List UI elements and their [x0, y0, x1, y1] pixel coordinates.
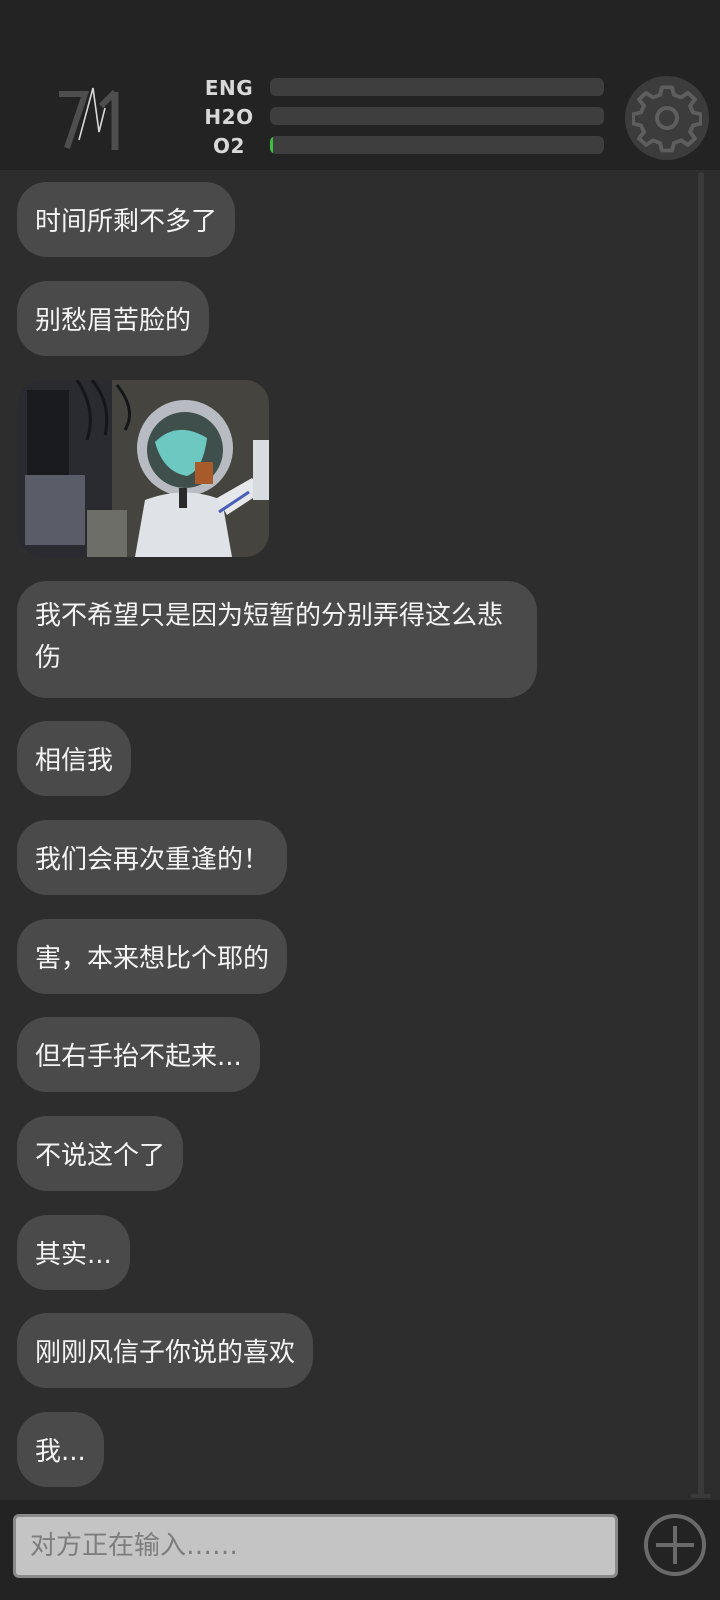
message-bubble: 我们会再次重逢的！	[17, 820, 288, 895]
message-input[interactable]	[13, 1514, 618, 1578]
chat-scrollbar-end	[691, 1494, 711, 1498]
meter-bar-h2o	[270, 107, 604, 125]
meter-bar-o2	[270, 136, 604, 154]
71-signal-logo-icon	[55, 80, 135, 160]
message-bubble: 害，本来想比个耶的	[17, 919, 288, 994]
status-bar-area	[0, 0, 720, 72]
meter-bar-eng	[270, 78, 604, 96]
message-bubble: 我...	[17, 1412, 104, 1487]
meter-label-h2o: H2O	[204, 105, 254, 129]
message-bubble: 刚刚风信子你说的喜欢	[17, 1313, 314, 1388]
message-bubble: 我不希望只是因为短暂的分别弄得这么悲伤	[17, 581, 537, 698]
message-bubble: 时间所剩不多了	[17, 182, 236, 257]
add-button[interactable]	[642, 1512, 708, 1578]
message-bubble: 但右手抬不起来...	[17, 1017, 260, 1092]
input-bar	[0, 1500, 720, 1600]
chat-scrollbar[interactable]	[698, 172, 704, 1498]
message-bubble: 别愁眉苦脸的	[17, 281, 210, 356]
message-bubble: 不说这个了	[17, 1116, 184, 1191]
meter-label-eng: ENG	[204, 76, 254, 100]
meter-label-o2: O2	[213, 134, 245, 158]
status-header: ENG H2O O2	[0, 72, 720, 170]
astronaut-girl-photo[interactable]	[17, 380, 269, 557]
message-bubble: 其实...	[17, 1215, 130, 1290]
message-bubble: 相信我	[17, 721, 132, 796]
meter-fill-o2	[270, 136, 274, 154]
chat-message-list[interactable]: 时间所剩不多了 别愁眉苦脸的 我不希望只是因为短暂的分别弄得这么悲伤 相信我 我…	[0, 170, 700, 1500]
gear-icon	[632, 85, 702, 153]
plus-circle-icon	[644, 1514, 706, 1576]
settings-button[interactable]	[625, 76, 709, 160]
